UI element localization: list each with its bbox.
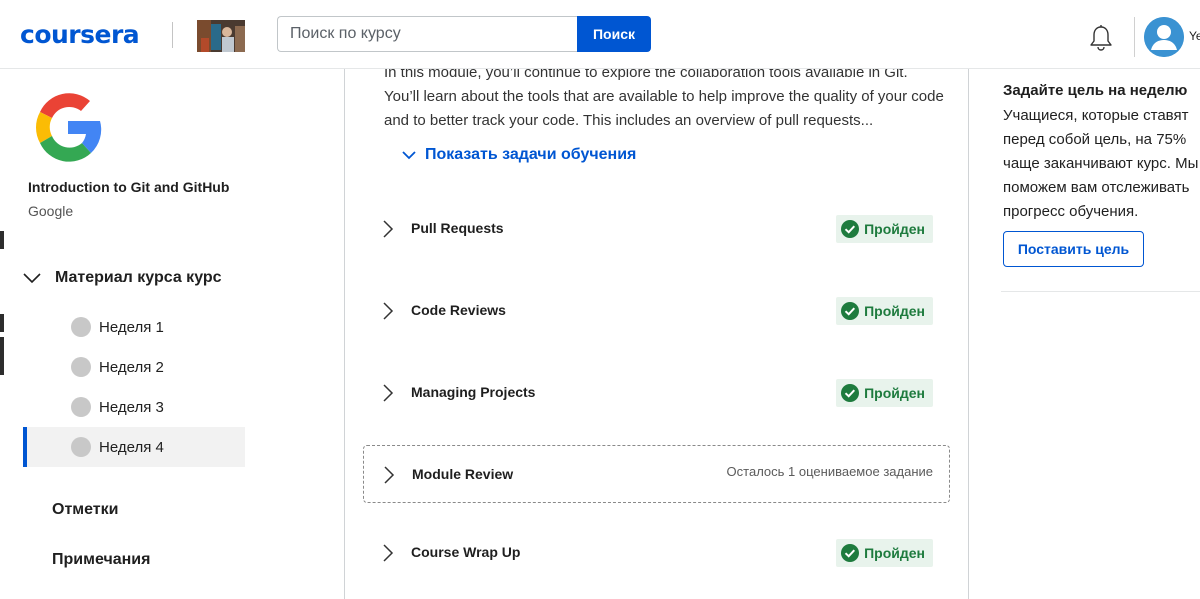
module-description: In this module, you’ll continue to explo… xyxy=(384,69,944,129)
module-content: In this module, you’ll continue to explo… xyxy=(345,69,969,599)
lesson-row-module-review[interactable]: Module Review Осталось 1 оцениваемое зад… xyxy=(363,445,950,503)
course-material-toggle[interactable]: Материал курса курс xyxy=(22,265,222,291)
check-circle-icon xyxy=(841,544,860,562)
avatar[interactable] xyxy=(1144,17,1184,57)
progress-circle-icon xyxy=(71,357,91,377)
sidebar-item-notes[interactable]: Примечания xyxy=(52,551,150,569)
chevron-down-icon xyxy=(402,151,416,160)
header-divider xyxy=(172,22,173,48)
chevron-right-icon xyxy=(383,220,394,238)
search-input[interactable] xyxy=(277,16,578,52)
window-edge-mark xyxy=(0,231,4,249)
week-label: Неделя 3 xyxy=(99,398,164,416)
week-label: Неделя 1 xyxy=(99,318,164,336)
chevron-right-icon xyxy=(384,466,395,484)
check-circle-icon xyxy=(841,384,860,402)
sidebar-item-week-3[interactable]: Неделя 3 xyxy=(23,387,245,427)
status-badge: Пройден xyxy=(836,215,933,243)
lesson-title: Pull Requests xyxy=(411,220,504,236)
week-label: Неделя 4 xyxy=(99,438,164,456)
check-circle-icon xyxy=(841,220,860,238)
partner-thumbnail[interactable] xyxy=(197,20,245,52)
course-material-label: Материал курса курс xyxy=(55,269,222,286)
lesson-row-pull-requests[interactable]: Pull Requests Пройден xyxy=(363,200,950,258)
search-button[interactable]: Поиск xyxy=(577,16,651,52)
lesson-row-code-reviews[interactable]: Code Reviews Пройден xyxy=(363,282,950,340)
check-circle-icon xyxy=(841,302,860,320)
chevron-right-icon xyxy=(383,544,394,562)
weekly-goal-text: Учащиеся, которые ставят перед собой цел… xyxy=(1003,107,1199,220)
chevron-down-icon xyxy=(23,273,41,284)
chevron-right-icon xyxy=(383,384,394,402)
weekly-goal-panel: Задайте цель на неделю Учащиеся, которые… xyxy=(969,69,1200,599)
course-partner: Google xyxy=(28,203,74,219)
set-goal-button[interactable]: Поставить цель xyxy=(1003,231,1144,267)
chevron-right-icon xyxy=(383,302,394,320)
lesson-row-course-wrap-up[interactable]: Course Wrap Up Пройден xyxy=(363,524,950,582)
show-learning-objectives-label: Показать задачи обучения xyxy=(425,146,637,163)
weekly-goal-title: Задайте цель на неделю xyxy=(1003,82,1188,99)
coursera-logo[interactable]: coursera xyxy=(20,19,140,51)
sidebar-item-grades[interactable]: Отметки xyxy=(52,501,118,519)
sidebar-item-week-1[interactable]: Неделя 1 xyxy=(23,307,245,347)
status-badge: Пройден xyxy=(836,379,933,407)
lesson-title: Code Reviews xyxy=(411,302,506,318)
remaining-assignments-label: Осталось 1 оцениваемое задание xyxy=(726,464,933,479)
bell-icon[interactable] xyxy=(1088,24,1114,52)
course-title[interactable]: Introduction to Git and GitHub xyxy=(28,179,229,195)
lesson-title: Managing Projects xyxy=(411,384,536,400)
sidebar-item-week-2[interactable]: Неделя 2 xyxy=(23,347,245,387)
header-divider xyxy=(1134,17,1135,57)
google-logo-icon xyxy=(28,87,108,167)
week-list: Неделя 1 Неделя 2 Неделя 3 Неделя 4 xyxy=(23,307,245,467)
status-badge: Пройден xyxy=(836,297,933,325)
status-badge: Пройден xyxy=(836,539,933,567)
sidebar-item-week-4[interactable]: Неделя 4 xyxy=(23,427,245,467)
show-learning-objectives-link[interactable]: Показать задачи обучения xyxy=(401,146,636,164)
lesson-title: Module Review xyxy=(412,466,514,482)
window-edge-mark xyxy=(0,337,4,375)
status-label: Пройден xyxy=(864,221,925,237)
course-sidebar: Introduction to Git and GitHub Google Ма… xyxy=(0,69,345,599)
status-label: Пройден xyxy=(864,385,925,401)
user-name[interactable]: Ye xyxy=(1189,29,1200,43)
lesson-row-managing-projects[interactable]: Managing Projects Пройден xyxy=(363,364,950,422)
status-label: Пройден xyxy=(864,303,925,319)
status-label: Пройден xyxy=(864,545,925,561)
week-label: Неделя 2 xyxy=(99,358,164,376)
divider xyxy=(1001,291,1200,292)
progress-circle-icon xyxy=(71,437,91,457)
progress-circle-icon xyxy=(71,397,91,417)
top-header: coursera Поиск Ye xyxy=(0,0,1200,69)
window-edge-mark xyxy=(0,314,4,332)
lesson-title: Course Wrap Up xyxy=(411,544,521,560)
progress-circle-icon xyxy=(71,317,91,337)
